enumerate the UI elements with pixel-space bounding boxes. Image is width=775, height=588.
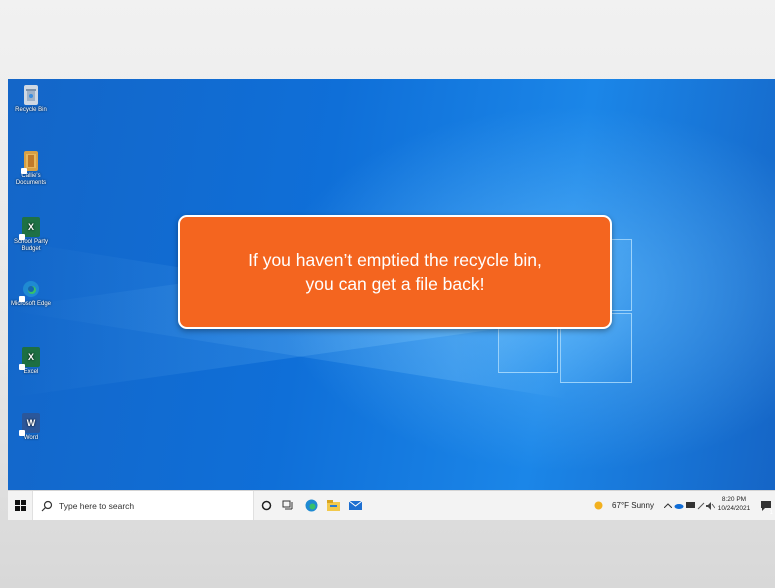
desktop-icon-word[interactable]: W Word bbox=[8, 413, 54, 442]
shortcut-arrow-icon bbox=[19, 234, 25, 240]
excel-icon: X bbox=[19, 347, 40, 370]
tutorial-callout: If you haven’t emptied the recycle bin, … bbox=[178, 215, 612, 329]
cortana-button[interactable] bbox=[255, 491, 277, 520]
start-button[interactable] bbox=[8, 491, 32, 520]
desktop-icon-label: School Party Budget bbox=[13, 239, 49, 252]
word-icon: W bbox=[19, 413, 40, 436]
desktop-icon-edge[interactable]: Microsoft Edge bbox=[8, 279, 54, 308]
edge-icon bbox=[19, 279, 40, 302]
edge-icon bbox=[305, 499, 317, 512]
shortcut-arrow-icon bbox=[19, 430, 25, 436]
onedrive-icon[interactable] bbox=[674, 491, 684, 520]
excel-file-icon: X bbox=[19, 217, 40, 240]
weather-text: 67°F Sunny bbox=[612, 501, 654, 510]
callout-line-2: you can get a file back! bbox=[305, 274, 485, 294]
desktop-icon-recycle-bin[interactable]: Recycle Bin bbox=[8, 85, 54, 114]
pen-icon[interactable] bbox=[696, 491, 705, 520]
desktop-icon-excel[interactable]: X Excel bbox=[8, 347, 54, 376]
shortcut-arrow-icon bbox=[21, 168, 27, 174]
taskbar-file-explorer[interactable] bbox=[322, 491, 344, 520]
search-placeholder: Type here to search bbox=[59, 500, 135, 511]
taskbar-clock[interactable]: 8:20 PM 10/24/2021 bbox=[714, 495, 754, 513]
desktop-icon-label: Callie's Documents bbox=[15, 173, 47, 186]
desktop-icon-label: Word bbox=[23, 435, 39, 441]
action-center-button[interactable]: 1 bbox=[758, 491, 774, 520]
notification-count: 1 bbox=[769, 510, 773, 516]
desktop-icon-label: Microsoft Edge bbox=[10, 301, 52, 307]
taskbar: Type here to search 67°F Sunny 8:20 PM 1… bbox=[8, 490, 775, 520]
folder-icon bbox=[326, 500, 340, 511]
cortana-icon bbox=[261, 500, 271, 511]
show-hidden-icons-button[interactable] bbox=[663, 491, 673, 520]
mail-icon bbox=[348, 500, 362, 510]
recycle-bin-icon bbox=[24, 85, 38, 105]
search-icon bbox=[41, 500, 53, 511]
desktop-icon-school-party-budget[interactable]: X School Party Budget bbox=[8, 217, 54, 253]
desktop-icon-label: Recycle Bin bbox=[15, 107, 47, 113]
windows-start-icon bbox=[14, 500, 26, 511]
shortcut-arrow-icon bbox=[19, 296, 25, 302]
shortcut-arrow-icon bbox=[19, 364, 25, 370]
weather-icon bbox=[593, 491, 603, 520]
clock-time: 8:20 PM bbox=[721, 496, 747, 503]
taskbar-search-box[interactable]: Type here to search bbox=[32, 491, 254, 520]
folder-icon bbox=[21, 151, 38, 174]
task-view-button[interactable] bbox=[277, 491, 299, 520]
taskbar-mail[interactable] bbox=[344, 491, 366, 520]
weather-widget[interactable]: 67°F Sunny bbox=[605, 491, 661, 520]
clock-date: 10/24/2021 bbox=[717, 505, 751, 512]
desktop-icon-label: Excel bbox=[23, 369, 39, 375]
desktop-icon-documents[interactable]: Callie's Documents bbox=[8, 151, 54, 187]
task-view-icon bbox=[282, 500, 293, 510]
network-icon[interactable] bbox=[685, 491, 695, 520]
callout-line-1: If you haven’t emptied the recycle bin, bbox=[248, 250, 542, 270]
chevron-up-icon bbox=[664, 503, 672, 508]
taskbar-edge[interactable] bbox=[300, 491, 322, 520]
